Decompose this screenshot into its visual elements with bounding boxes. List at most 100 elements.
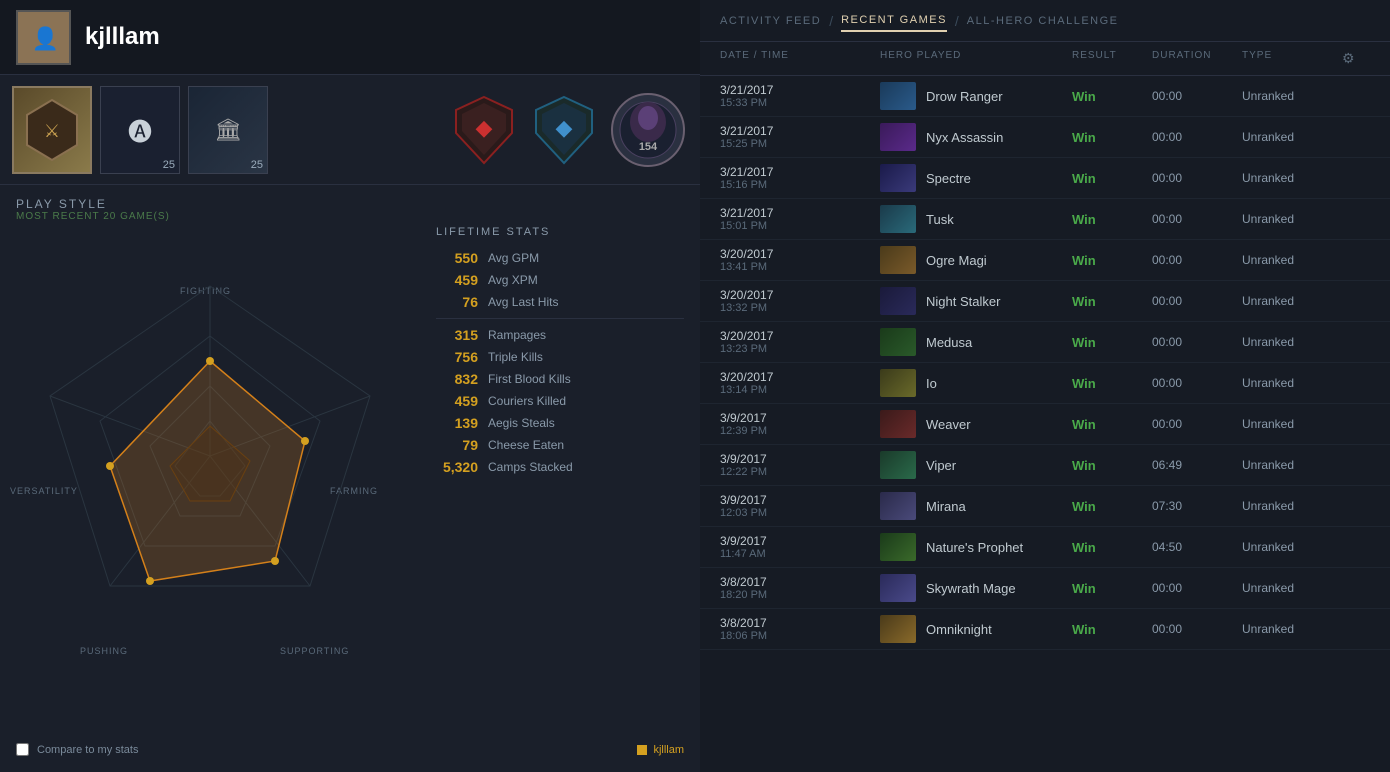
cell-hero: Mirana	[880, 492, 1072, 520]
cell-datetime: 3/21/2017 15:25 PM	[720, 124, 880, 150]
table-row[interactable]: 3/21/2017 15:01 PM Tusk Win 00:00 Unrank…	[700, 199, 1390, 240]
cell-result: Win	[1072, 212, 1152, 227]
cell-date: 3/20/2017	[720, 329, 880, 343]
cell-duration: 00:00	[1152, 376, 1242, 390]
lifetime-stat-row: 5,320Camps Stacked	[436, 459, 684, 475]
table-row[interactable]: 3/21/2017 15:16 PM Spectre Win 00:00 Unr…	[700, 158, 1390, 199]
cell-duration: 00:00	[1152, 253, 1242, 267]
cell-result: Win	[1072, 622, 1152, 637]
table-row[interactable]: 3/21/2017 15:25 PM Nyx Assassin Win 00:0…	[700, 117, 1390, 158]
cell-time: 15:33 PM	[720, 97, 880, 109]
cell-hero: Viper	[880, 451, 1072, 479]
cell-type: Unranked	[1242, 622, 1342, 636]
cell-datetime: 3/20/2017 13:41 PM	[720, 247, 880, 273]
badge-hero-3[interactable]: 🏛 25	[188, 86, 268, 174]
hero-name: Viper	[926, 458, 956, 473]
cell-datetime: 3/21/2017 15:33 PM	[720, 83, 880, 109]
cell-time: 18:20 PM	[720, 589, 880, 601]
table-row[interactable]: 3/20/2017 13:14 PM Io Win 00:00 Unranked	[700, 363, 1390, 404]
nav-sep-1: /	[829, 13, 833, 29]
stat-value: 315	[436, 327, 478, 343]
rank-badge[interactable]: 154	[608, 86, 688, 174]
hero-name: Tusk	[926, 212, 954, 227]
table-row[interactable]: 3/8/2017 18:20 PM Skywrath Mage Win 00:0…	[700, 568, 1390, 609]
lifetime-stat-row: 315Rampages	[436, 327, 684, 343]
cell-type: Unranked	[1242, 171, 1342, 185]
table-row[interactable]: 3/9/2017 11:47 AM Nature's Prophet Win 0…	[700, 527, 1390, 568]
cell-hero: Ogre Magi	[880, 246, 1072, 274]
lifetime-stats-list: 315Rampages756Triple Kills832First Blood…	[436, 327, 684, 475]
table-row[interactable]: 3/20/2017 13:32 PM Night Stalker Win 00:…	[700, 281, 1390, 322]
cell-duration: 00:00	[1152, 130, 1242, 144]
cell-date: 3/8/2017	[720, 575, 880, 589]
hero-name: Night Stalker	[926, 294, 1000, 309]
hero-thumbnail	[880, 369, 916, 397]
hero-thumbnail	[880, 205, 916, 233]
shield-badge-1[interactable]: ◆	[448, 86, 520, 174]
stat-value: 76	[436, 294, 478, 310]
tab-recent-games[interactable]: RECENT GAMES	[841, 10, 947, 32]
table-row[interactable]: 3/20/2017 13:23 PM Medusa Win 00:00 Unra…	[700, 322, 1390, 363]
stat-value: 79	[436, 437, 478, 453]
table-row[interactable]: 3/8/2017 18:06 PM Omniknight Win 00:00 U…	[700, 609, 1390, 650]
cell-date: 3/9/2017	[720, 534, 880, 548]
hero-thumbnail	[880, 492, 916, 520]
cell-hero: Skywrath Mage	[880, 574, 1072, 602]
cell-duration: 00:00	[1152, 581, 1242, 595]
cell-hero: Omniknight	[880, 615, 1072, 643]
play-style-sub: MOST RECENT 20 GAME(S)	[16, 211, 684, 222]
cell-duration: 00:00	[1152, 417, 1242, 431]
tab-activity[interactable]: ACTIVITY FEED	[720, 11, 821, 31]
cell-duration: 00:00	[1152, 89, 1242, 103]
table-row[interactable]: 3/9/2017 12:03 PM Mirana Win 07:30 Unran…	[700, 486, 1390, 527]
cell-datetime: 3/9/2017 12:22 PM	[720, 452, 880, 478]
avg-stat-row: 550Avg GPM	[436, 250, 684, 266]
badge-hero-1[interactable]: ⚔	[12, 86, 92, 174]
cell-time: 11:47 AM	[720, 548, 880, 560]
compare-checkbox[interactable]	[16, 743, 29, 756]
cell-result: Win	[1072, 499, 1152, 514]
svg-text:◆: ◆	[476, 115, 493, 140]
cell-result: Win	[1072, 581, 1152, 596]
cell-result: Win	[1072, 294, 1152, 309]
cell-datetime: 3/8/2017 18:20 PM	[720, 575, 880, 601]
col-duration: DURATION	[1152, 50, 1242, 67]
cell-date: 3/20/2017	[720, 247, 880, 261]
hero-name: Nature's Prophet	[926, 540, 1023, 555]
avg-stat-row: 76Avg Last Hits	[436, 294, 684, 310]
label-supporting: SUPPORTING	[280, 646, 349, 656]
radar-svg	[10, 266, 410, 646]
cell-result: Win	[1072, 540, 1152, 555]
cell-type: Unranked	[1242, 499, 1342, 513]
tab-allhero[interactable]: ALL-HERO CHALLENGE	[967, 11, 1119, 31]
table-row[interactable]: 3/20/2017 13:41 PM Ogre Magi Win 00:00 U…	[700, 240, 1390, 281]
label-pushing: PUSHING	[80, 646, 128, 656]
cell-date: 3/9/2017	[720, 452, 880, 466]
hero-thumbnail	[880, 287, 916, 315]
cell-hero: Nature's Prophet	[880, 533, 1072, 561]
badge-hero-2[interactable]: 🅐 25	[100, 86, 180, 174]
cell-date: 3/20/2017	[720, 288, 880, 302]
cell-result: Win	[1072, 171, 1152, 186]
hero-thumbnail	[880, 451, 916, 479]
hero-thumbnail	[880, 164, 916, 192]
hero-thumbnail	[880, 410, 916, 438]
cell-type: Unranked	[1242, 253, 1342, 267]
cell-time: 15:01 PM	[720, 220, 880, 232]
table-row[interactable]: 3/9/2017 12:22 PM Viper Win 06:49 Unrank…	[700, 445, 1390, 486]
table-row[interactable]: 3/21/2017 15:33 PM Drow Ranger Win 00:00…	[700, 76, 1390, 117]
cell-duration: 00:00	[1152, 622, 1242, 636]
cell-duration: 00:00	[1152, 171, 1242, 185]
cell-time: 13:41 PM	[720, 261, 880, 273]
cell-date: 3/21/2017	[720, 165, 880, 179]
radar-area: FIGHTING FARMING SUPPORTING PUSHING VERS…	[0, 226, 420, 772]
cell-datetime: 3/20/2017 13:32 PM	[720, 288, 880, 314]
cell-type: Unranked	[1242, 130, 1342, 144]
cell-time: 12:03 PM	[720, 507, 880, 519]
cell-result: Win	[1072, 335, 1152, 350]
shield-badge-2[interactable]: ◆	[528, 86, 600, 174]
cell-duration: 04:50	[1152, 540, 1242, 554]
settings-icon[interactable]: ⚙	[1342, 50, 1356, 66]
stat-label: Couriers Killed	[488, 394, 566, 408]
table-row[interactable]: 3/9/2017 12:39 PM Weaver Win 00:00 Unran…	[700, 404, 1390, 445]
